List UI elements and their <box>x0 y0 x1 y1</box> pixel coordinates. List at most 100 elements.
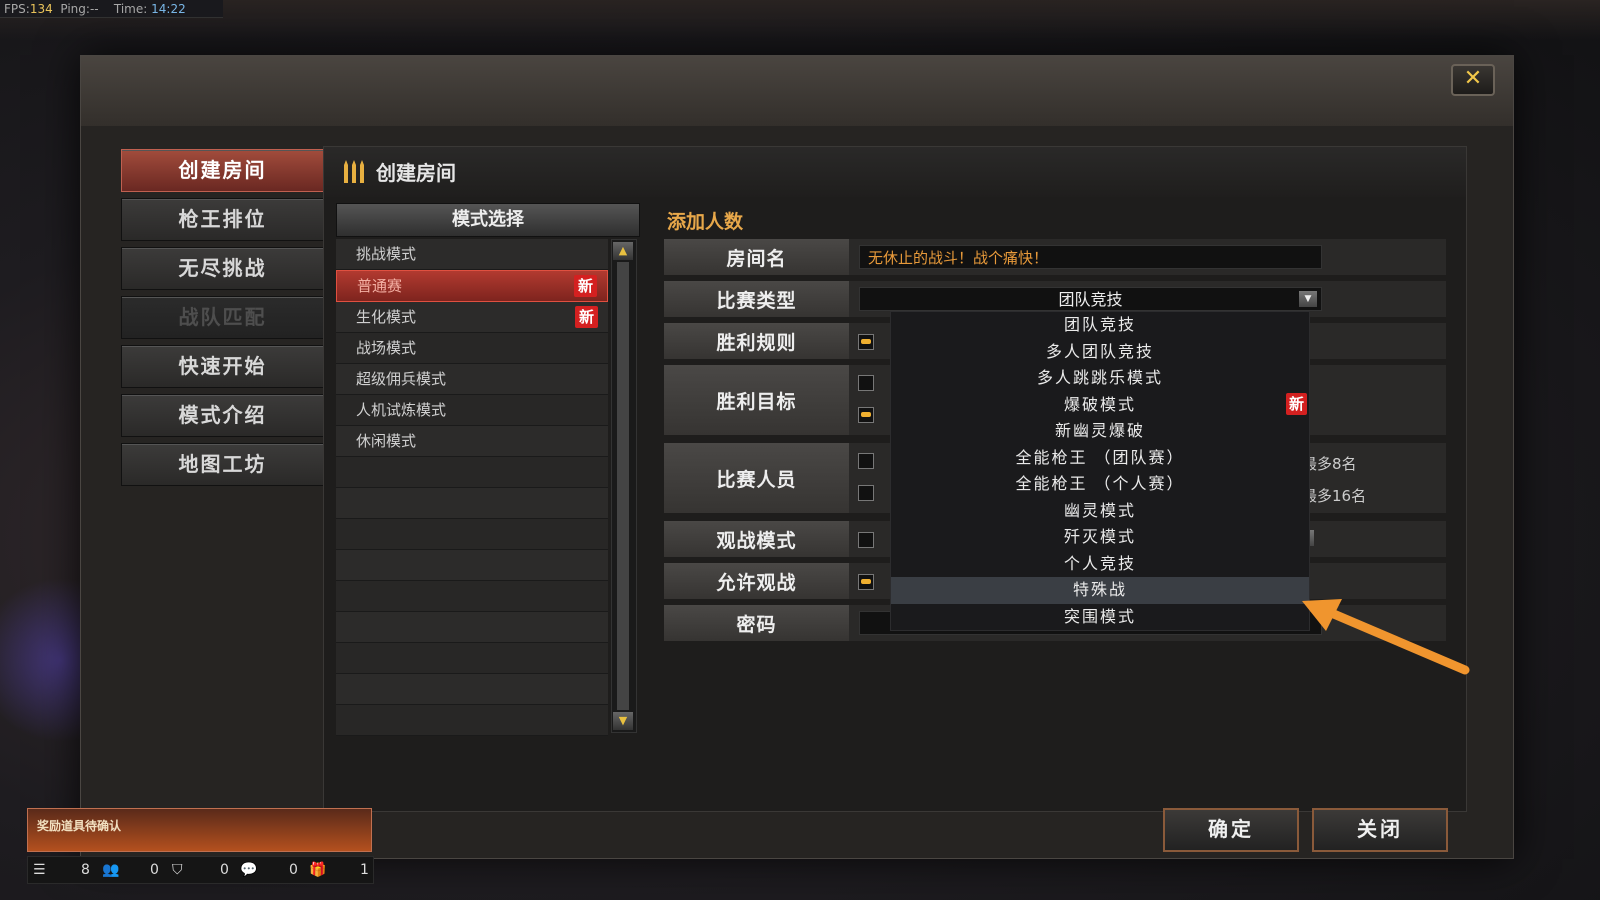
mode-item-label: 休闲模式 <box>356 432 417 450</box>
gift-count: 0 <box>289 862 298 878</box>
fps-label: FPS: <box>4 2 30 16</box>
dropdown-option-highlighted[interactable]: 特殊战 <box>891 577 1309 604</box>
mode-item-label: 普通赛 <box>357 277 403 295</box>
dropdown-option[interactable]: 新幽灵爆破 <box>891 418 1309 445</box>
dropdown-option[interactable]: 多人跳跳乐模式 <box>891 365 1309 392</box>
chat-bubble-icon[interactable]: 💬 <box>240 857 257 883</box>
dropdown-option-label: 个人竞技 <box>1063 553 1136 573</box>
dropdown-option-label: 全能枪王 （个人赛） <box>1015 474 1185 493</box>
mode-select-header: 模式选择 <box>336 203 640 237</box>
ping-value: -- <box>89 2 99 16</box>
nav-clan-match: 战队匹配 <box>121 296 324 339</box>
dialog-close-button[interactable]: ✕ <box>1451 64 1495 96</box>
mode-item-label: 超级佣兵模式 <box>356 370 447 388</box>
dropdown-option[interactable]: 突围模式 <box>891 604 1309 631</box>
dropdown-option[interactable]: 全能枪王 （个人赛） <box>891 471 1309 498</box>
mode-list-scrollbar[interactable]: ▲ ▼ <box>611 239 637 733</box>
nav-quick-start[interactable]: 快速开始 <box>121 345 324 388</box>
mode-item-ai-trial[interactable]: 人机试炼模式 <box>336 395 608 426</box>
mode-item-empty <box>336 488 608 519</box>
win-rule-label: 胜利规则 <box>664 323 849 359</box>
friends-count: 8 <box>81 862 90 878</box>
win-target-checkbox-2[interactable] <box>858 407 874 423</box>
background-top-shade <box>0 0 1600 40</box>
hud-overlay: FPS:134 Ping:-- Time: 14:22 <box>0 0 223 18</box>
chat-count: 0 <box>220 862 229 878</box>
dropdown-option[interactable]: 爆破模式 新 <box>891 392 1309 419</box>
scroll-down-arrow-icon[interactable]: ▼ <box>613 712 633 730</box>
players-checkbox-left-1[interactable] <box>858 453 874 469</box>
dropdown-option-label: 多人团队竞技 <box>1045 341 1154 361</box>
dialog-title-bar <box>81 56 1513 126</box>
dropdown-option[interactable]: 全能枪王 （团队赛） <box>891 445 1309 472</box>
match-type-value: 团队竞技 <box>1058 290 1123 309</box>
match-type-label: 比赛类型 <box>664 281 849 317</box>
mode-item-label: 挑战模式 <box>356 245 417 263</box>
bottom-status-bar: ☰ 8 👥 0 ⛉ 0 💬 0 🎁 1 <box>27 856 374 884</box>
nav-endless-challenge[interactable]: 无尽挑战 <box>121 247 324 290</box>
left-nav: 创建房间 枪王排位 无尽挑战 战队匹配 快速开始 模式介绍 地图工坊 <box>121 149 324 492</box>
mode-item-casual[interactable]: 休闲模式 <box>336 426 608 457</box>
new-badge: 新 <box>574 306 598 328</box>
match-type-select[interactable]: 团队竞技 ▼ <box>859 287 1322 311</box>
mail-count: 1 <box>360 862 369 878</box>
players-option-16: 最多16名 <box>1302 487 1367 505</box>
allow-spectate-checkbox[interactable] <box>858 574 874 590</box>
win-target-label: 胜利目标 <box>664 365 849 435</box>
new-badge: 新 <box>1285 392 1307 415</box>
spectate-mode-label: 观战模式 <box>664 521 849 557</box>
nav-map-workshop[interactable]: 地图工坊 <box>121 443 324 486</box>
mode-item-challenge[interactable]: 挑战模式 <box>336 239 608 270</box>
room-name-input[interactable]: 无休止的战斗！战个痛快！ <box>859 245 1322 269</box>
chevron-down-icon[interactable]: ▼ <box>1299 291 1317 307</box>
spectate-mode-checkbox[interactable] <box>858 532 874 548</box>
dropdown-option[interactable]: 歼灭模式 <box>891 524 1309 551</box>
gift-icon[interactable]: 🎁 <box>309 857 326 883</box>
mode-item-empty <box>336 705 608 736</box>
nav-create-room[interactable]: 创建房间 <box>121 149 324 192</box>
shield-icon[interactable]: ⛉ <box>172 857 183 883</box>
nav-ranked[interactable]: 枪王排位 <box>121 198 324 241</box>
win-rule-checkbox[interactable] <box>858 334 874 350</box>
pointer-arrow-icon <box>1302 599 1470 675</box>
mode-item-normal[interactable]: 普通赛 新 <box>336 270 608 302</box>
mode-list: 挑战模式 普通赛新 生化模式新 战场模式 超级佣兵模式 人机试炼模式 休闲模式 <box>336 239 608 736</box>
menu-list-icon[interactable]: ☰ <box>33 857 46 883</box>
room-name-label: 房间名 <box>664 239 849 275</box>
mode-item-empty <box>336 457 608 488</box>
dropdown-option-label: 多人跳跳乐模式 <box>1036 368 1163 387</box>
scroll-up-arrow-icon[interactable]: ▲ <box>613 242 633 260</box>
mode-item-label: 战场模式 <box>356 339 417 357</box>
fps-value: 134 <box>29 2 53 16</box>
dropdown-option-label: 幽灵模式 <box>1063 500 1136 520</box>
dropdown-option-label: 新幽灵爆破 <box>1054 421 1145 440</box>
close-button[interactable]: 关闭 <box>1312 808 1448 852</box>
players-checkbox-left-2[interactable] <box>858 485 874 501</box>
mode-item-super-mercenary[interactable]: 超级佣兵模式 <box>336 364 608 395</box>
mode-item-empty <box>336 674 608 705</box>
reward-notification[interactable]: 奖励道具待确认 <box>27 808 372 852</box>
friends-icon[interactable]: 👥 <box>102 857 119 883</box>
nav-mode-intro[interactable]: 模式介绍 <box>121 394 324 437</box>
mode-item-zombie[interactable]: 生化模式 新 <box>336 302 608 333</box>
dropdown-option[interactable]: 团队竞技 <box>891 312 1309 339</box>
mode-item-empty <box>336 612 608 643</box>
settings-title: 添加人数 <box>667 211 744 233</box>
dropdown-option[interactable]: 多人团队竞技 <box>891 339 1309 366</box>
mode-item-empty <box>336 519 608 550</box>
mode-item-label: 人机试炼模式 <box>356 401 447 419</box>
dropdown-option-label: 爆破模式 <box>1063 394 1136 414</box>
mode-item-battlefield[interactable]: 战场模式 <box>336 333 608 364</box>
dropdown-option-label: 突围模式 <box>1063 606 1136 626</box>
scroll-track[interactable] <box>617 262 629 710</box>
time-value: 14:22 <box>151 2 186 16</box>
players-option-8: 最多8名 <box>1302 455 1357 473</box>
password-label: 密码 <box>664 605 849 641</box>
dropdown-option[interactable]: 幽灵模式 <box>891 498 1309 525</box>
confirm-button[interactable]: 确定 <box>1163 808 1299 852</box>
reward-notification-text: 奖励道具待确认 <box>37 819 122 833</box>
time-label: Time: <box>113 2 148 16</box>
win-target-checkbox-1[interactable] <box>858 375 874 391</box>
dropdown-option-label: 团队竞技 <box>1063 315 1136 334</box>
dropdown-option[interactable]: 个人竞技 <box>891 551 1309 578</box>
